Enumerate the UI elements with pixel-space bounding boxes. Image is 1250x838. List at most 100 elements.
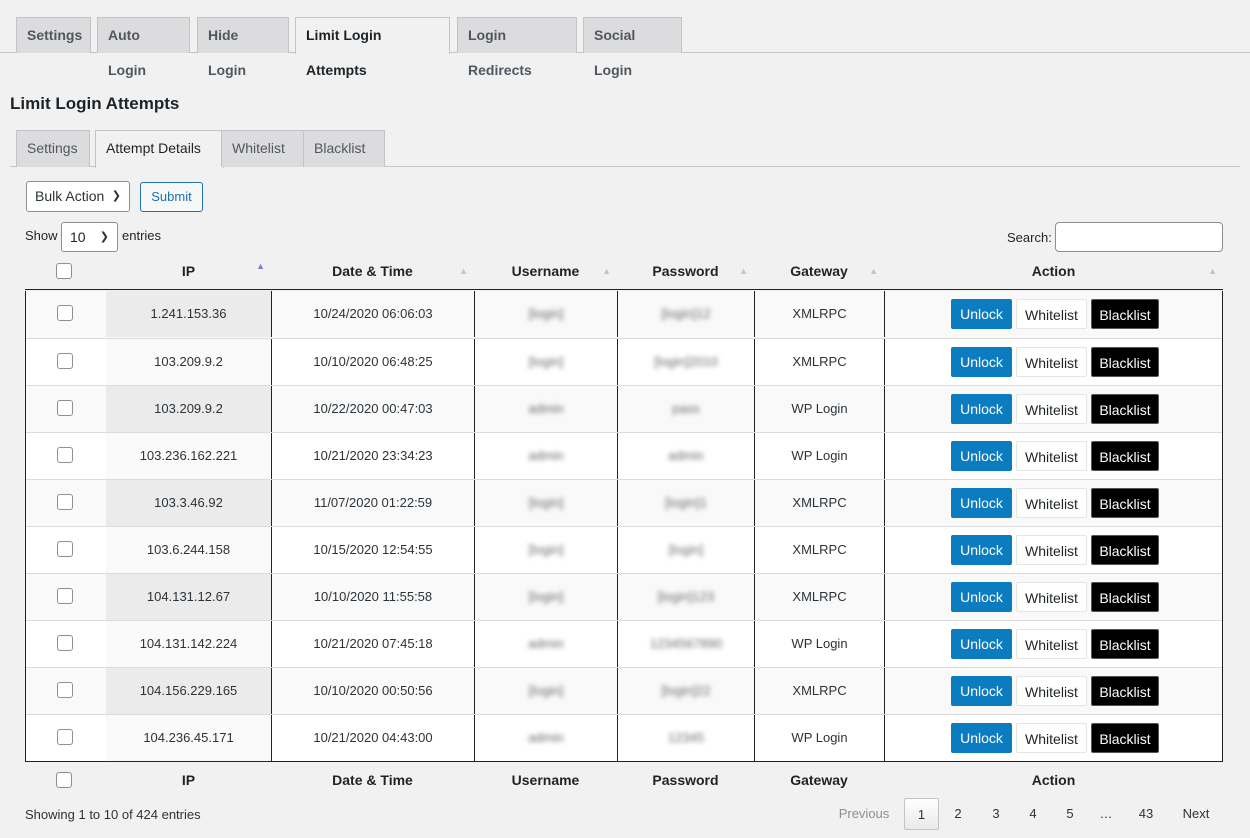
blacklist-button[interactable]: Blacklist — [1091, 582, 1159, 612]
cell-password: pass — [672, 401, 700, 416]
subtab-settings[interactable]: Settings — [16, 130, 90, 167]
tab-social-login[interactable]: Social Login — [583, 17, 682, 78]
cell-password: admin — [668, 448, 704, 463]
cell-password: [login]12 — [661, 306, 711, 321]
unlock-button[interactable]: Unlock — [951, 723, 1012, 753]
cell-ip: 104.156.229.165 — [106, 668, 271, 714]
subtab-whitelist[interactable]: Whitelist — [221, 130, 307, 167]
column-divider — [271, 480, 272, 526]
unlock-button[interactable]: Unlock — [951, 676, 1012, 706]
column-header-gateway[interactable]: Gateway ▲︎ — [754, 252, 884, 290]
unlock-button[interactable]: Unlock — [951, 488, 1012, 518]
table-row: 103.6.244.158 10/15/2020 12:54:55 [login] [… — [26, 526, 1222, 573]
row-checkbox[interactable] — [57, 400, 73, 416]
blacklist-button[interactable]: Blacklist — [1091, 441, 1159, 471]
blacklist-button[interactable]: Blacklist — [1091, 535, 1159, 565]
column-divider — [617, 668, 618, 714]
tab-hide-login[interactable]: Hide Login — [197, 17, 289, 78]
bulk-action-value: Bulk Action — [35, 188, 105, 204]
row-checkbox[interactable] — [57, 353, 73, 369]
blacklist-button[interactable]: Blacklist — [1091, 488, 1159, 518]
column-header-action[interactable]: Action ▲︎ — [884, 252, 1223, 290]
tab-limit-login-attempts[interactable]: Limit Login Attempts — [295, 17, 450, 78]
tab-settings[interactable]: Settings — [16, 17, 91, 53]
unlock-button[interactable]: Unlock — [951, 441, 1012, 471]
tab-login-redirects[interactable]: Login Redirects — [457, 17, 577, 78]
whitelist-button[interactable]: Whitelist — [1016, 488, 1087, 518]
row-checkbox[interactable] — [57, 305, 73, 321]
cell-datetime: 10/21/2020 04:43:00 — [313, 730, 433, 745]
row-checkbox[interactable] — [57, 541, 73, 557]
table-row: 1.241.153.36 10/24/2020 06:06:03 [login] [l… — [26, 291, 1222, 338]
unlock-button[interactable]: Unlock — [951, 299, 1012, 329]
whitelist-button[interactable]: Whitelist — [1016, 299, 1087, 329]
unlock-button[interactable]: Unlock — [951, 582, 1012, 612]
unlock-button[interactable]: Unlock — [951, 535, 1012, 565]
subtab-blacklist[interactable]: Blacklist — [303, 130, 385, 167]
whitelist-button[interactable]: Whitelist — [1016, 394, 1087, 424]
column-divider — [271, 339, 272, 385]
blacklist-button[interactable]: Blacklist — [1091, 676, 1159, 706]
entries-per-page-select[interactable]: 10 ❯ — [61, 222, 118, 252]
pagination-page-2[interactable]: 2 — [944, 798, 972, 830]
blacklist-button[interactable]: Blacklist — [1091, 629, 1159, 659]
cell-username: admin — [528, 401, 564, 416]
whitelist-button[interactable]: Whitelist — [1016, 629, 1087, 659]
row-checkbox[interactable] — [57, 494, 73, 510]
pagination-page-3[interactable]: 3 — [982, 798, 1010, 830]
search-input[interactable] — [1055, 222, 1223, 252]
cell-gateway: XMLRPC — [792, 495, 847, 510]
column-header-datetime[interactable]: Date & Time ▲︎ — [271, 252, 474, 290]
blacklist-button[interactable]: Blacklist — [1091, 723, 1159, 753]
whitelist-button[interactable]: Whitelist — [1016, 723, 1087, 753]
bulk-action-select[interactable]: Bulk Action ❯ — [26, 181, 130, 212]
cell-ip: 103.3.46.92 — [106, 480, 271, 526]
blacklist-button[interactable]: Blacklist — [1091, 394, 1159, 424]
entries-per-page-value: 10 — [70, 229, 86, 245]
unlock-button[interactable]: Unlock — [951, 347, 1012, 377]
cell-datetime: 10/22/2020 00:47:03 — [313, 401, 433, 416]
pagination-page-4[interactable]: 4 — [1019, 798, 1047, 830]
row-checkbox[interactable] — [57, 588, 73, 604]
pagination-page-1[interactable]: 1 — [904, 798, 939, 830]
column-divider — [474, 480, 475, 526]
pagination-page-5[interactable]: 5 — [1056, 798, 1084, 830]
pagination-next[interactable]: Next — [1170, 798, 1222, 830]
column-divider — [884, 339, 885, 385]
cell-ip: 103.209.9.2 — [106, 339, 271, 385]
whitelist-button[interactable]: Whitelist — [1016, 441, 1087, 471]
select-all-checkbox[interactable] — [56, 263, 72, 279]
unlock-button[interactable]: Unlock — [951, 629, 1012, 659]
unlock-button[interactable]: Unlock — [951, 394, 1012, 424]
footer-label-ip: IP — [181, 772, 196, 788]
blacklist-button[interactable]: Blacklist — [1091, 347, 1159, 377]
cell-ip: 103.236.162.221 — [106, 433, 271, 479]
blacklist-button[interactable]: Blacklist — [1091, 299, 1159, 329]
column-header-username[interactable]: Username ▲︎ — [474, 252, 617, 290]
submit-button[interactable]: Submit — [140, 182, 203, 212]
whitelist-button[interactable]: Whitelist — [1016, 676, 1087, 706]
cell-password: [login]2010 — [654, 354, 718, 369]
column-label: IP — [181, 263, 196, 279]
cell-ip: 103.209.9.2 — [106, 386, 271, 432]
row-checkbox[interactable] — [57, 729, 73, 745]
row-checkbox[interactable] — [57, 682, 73, 698]
column-header-ip[interactable]: IP ▲ — [106, 252, 271, 290]
whitelist-button[interactable]: Whitelist — [1016, 347, 1087, 377]
row-checkbox[interactable] — [57, 447, 73, 463]
select-all-checkbox[interactable] — [56, 772, 72, 788]
cell-datetime: 10/21/2020 07:45:18 — [313, 636, 433, 651]
whitelist-button[interactable]: Whitelist — [1016, 582, 1087, 612]
pagination-previous[interactable]: Previous — [832, 798, 896, 830]
column-divider — [271, 715, 272, 761]
column-header-password[interactable]: Password ▲︎ — [617, 252, 754, 290]
sort-both-icon: ▲︎ — [602, 266, 611, 276]
column-divider — [271, 291, 272, 337]
table-row: 104.131.12.67 10/10/2020 11:55:58 [login] [… — [26, 573, 1222, 620]
whitelist-button[interactable]: Whitelist — [1016, 535, 1087, 565]
pagination-page-43[interactable]: 43 — [1130, 798, 1162, 830]
subtab-attempt-details[interactable]: Attempt Details — [95, 130, 224, 168]
tab-auto-login[interactable]: Auto Login — [97, 17, 190, 78]
row-checkbox[interactable] — [57, 635, 73, 651]
sort-both-icon: ▲︎ — [459, 266, 468, 276]
